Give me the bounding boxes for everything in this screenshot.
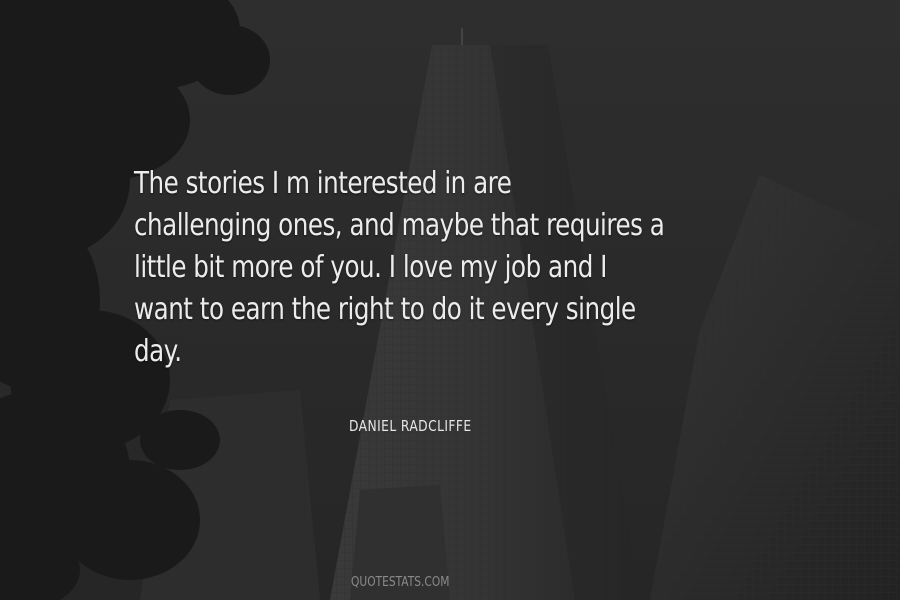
quote-author: DANIEL RADCLIFFE [349, 417, 472, 435]
quote-text: The stories I m interested in are challe… [134, 163, 665, 373]
site-watermark: QUOTESTATS.COM [351, 575, 450, 590]
quote-image: The stories I m interested in are challe… [0, 0, 900, 600]
quote-line: little bit more of you. I love my job an… [134, 250, 607, 285]
right-building [650, 175, 900, 600]
quote-line: challenging ones, and maybe that require… [134, 208, 665, 243]
quote-line: day. [134, 334, 182, 369]
quote-line: want to earn the right to do it every si… [134, 292, 636, 327]
quote-line: The stories I m interested in are [134, 166, 512, 201]
